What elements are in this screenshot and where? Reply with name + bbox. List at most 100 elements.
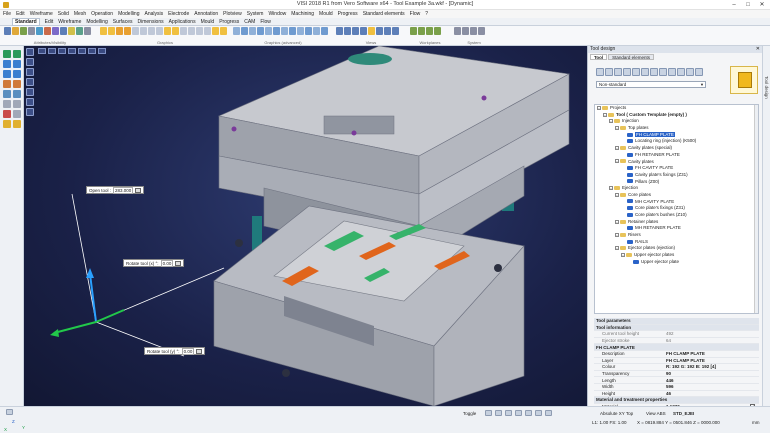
info-icon[interactable]	[478, 27, 485, 35]
property-section[interactable]: Tool parameters	[594, 318, 759, 325]
tree-item[interactable]: Core plate's bushes (Z10)	[595, 212, 758, 219]
cube-icon[interactable]	[297, 27, 304, 35]
property-section[interactable]: Tool information	[594, 324, 759, 332]
tree-item[interactable]: FH RETAINER PLATE	[595, 152, 758, 159]
layer-icon[interactable]	[4, 27, 11, 35]
tree-item[interactable]: − Tool ( Custom Template (empty) )	[595, 112, 758, 119]
open-tool-value[interactable]: 283.000	[113, 186, 134, 194]
tree-item[interactable]: − Top plates	[595, 125, 758, 132]
tab-wireframe[interactable]: Wireframe	[58, 19, 81, 25]
expand-toggle-icon[interactable]: −	[615, 159, 619, 164]
tree-item[interactable]: Locating ring (injection) (K500)	[595, 138, 758, 145]
mirror-icon[interactable]	[3, 90, 11, 98]
menu-mould[interactable]: Mould	[319, 11, 333, 17]
tree-item[interactable]: − Ejection	[595, 185, 758, 192]
arc-icon[interactable]	[3, 70, 11, 78]
trim-icon[interactable]	[3, 100, 11, 108]
expand-toggle-icon[interactable]: −	[615, 219, 619, 224]
expand-toggle-icon[interactable]: −	[615, 246, 619, 251]
explode-icon[interactable]	[241, 27, 248, 35]
close-button[interactable]: ✕	[755, 0, 769, 10]
measure-icon[interactable]	[281, 27, 288, 35]
toggle-icon[interactable]	[535, 410, 542, 416]
fit-icon[interactable]	[172, 27, 179, 35]
shaded-edges-icon[interactable]	[108, 27, 115, 35]
menu-annotation[interactable]: Annotation	[194, 11, 218, 17]
dock-tab-tool-design[interactable]: Tool design	[764, 76, 769, 99]
material-icon[interactable]	[212, 27, 219, 35]
circle-icon[interactable]	[13, 70, 21, 78]
pan-icon[interactable]	[148, 27, 155, 35]
settings-icon[interactable]	[695, 68, 703, 76]
view-side-icon[interactable]	[352, 27, 359, 35]
zoom-window-icon[interactable]	[140, 27, 147, 35]
lock-icon[interactable]	[135, 187, 142, 193]
show-icon[interactable]	[36, 27, 43, 35]
tab-modelling[interactable]: Modelling	[86, 19, 107, 25]
tree-item[interactable]: − Projects	[595, 105, 758, 112]
copy-icon[interactable]	[13, 80, 21, 88]
scale-icon[interactable]	[13, 90, 21, 98]
menu-operation[interactable]: Operation	[91, 11, 113, 17]
tree-item[interactable]: − Ejector plates (ejection)	[595, 245, 758, 252]
expand-toggle-icon[interactable]: −	[615, 125, 619, 130]
remove-plate-icon[interactable]	[632, 68, 640, 76]
tab-dimensions[interactable]: Dimensions	[138, 19, 164, 25]
menu-analysis[interactable]: Analysis	[144, 11, 163, 17]
tab-standard-elements[interactable]: Standard elements	[608, 54, 654, 60]
menu-modelling[interactable]: Modelling	[118, 11, 139, 17]
menu-window[interactable]: Window	[268, 11, 286, 17]
extend-icon[interactable]	[13, 100, 21, 108]
toggle-icon[interactable]	[545, 410, 552, 416]
expand-toggle-icon[interactable]: −	[597, 105, 601, 110]
menu-electrode[interactable]: Electrode	[168, 11, 189, 17]
property-value[interactable]: 90	[664, 371, 759, 376]
tree-item[interactable]: RAILS	[595, 239, 758, 246]
macro-icon[interactable]	[462, 27, 469, 35]
tree-item[interactable]: Cavity plate's fixings (Z31)	[595, 172, 758, 179]
tree-item[interactable]: − Core plates	[595, 192, 758, 199]
tab-tool[interactable]: Tool	[590, 54, 608, 60]
attributes-icon[interactable]	[44, 27, 51, 35]
menu-edit[interactable]: Edit	[16, 11, 25, 17]
environment-icon[interactable]	[313, 27, 320, 35]
section-icon[interactable]	[180, 27, 187, 35]
expand-toggle-icon[interactable]: −	[609, 186, 613, 191]
menu-machining[interactable]: Machining	[291, 11, 314, 17]
toggle-icon[interactable]	[525, 410, 532, 416]
view-shield-icon[interactable]	[368, 27, 375, 35]
property-value[interactable]: 596	[664, 384, 759, 389]
select-icon[interactable]	[3, 50, 11, 58]
menu-help[interactable]: ?	[425, 11, 428, 17]
point-icon[interactable]	[3, 60, 11, 68]
clip-icon[interactable]	[188, 27, 195, 35]
property-value[interactable]: 46	[664, 391, 759, 396]
property-section[interactable]: FH CLAMP PLATE	[594, 344, 759, 351]
toggle-icon[interactable]	[515, 410, 522, 416]
absolute-view-label[interactable]: Absolute XY Top	[600, 411, 633, 416]
zoom-icon[interactable]	[132, 27, 139, 35]
menu-standard-elements[interactable]: Standard elements	[363, 11, 405, 17]
select-all-icon[interactable]	[13, 50, 21, 58]
property-value[interactable]: FH CLAMP PLATE	[664, 358, 759, 363]
maximize-button[interactable]: □	[741, 0, 755, 10]
analysis-icon[interactable]	[289, 27, 296, 35]
line-icon[interactable]	[13, 60, 21, 68]
render-icon[interactable]	[220, 27, 227, 35]
toggle-icon[interactable]	[505, 410, 512, 416]
expand-toggle-icon[interactable]: −	[621, 252, 625, 257]
toggle-label[interactable]: Toggle	[463, 411, 476, 416]
expand-toggle-icon[interactable]: −	[609, 119, 613, 124]
visibility-icon[interactable]	[20, 27, 27, 35]
save-tool-icon[interactable]	[614, 68, 622, 76]
rotate-icon[interactable]	[156, 27, 163, 35]
rotate-x-value[interactable]: 0.00	[160, 259, 174, 267]
tab-progress[interactable]: Progress	[219, 19, 239, 25]
rotate-y-value[interactable]: 0.00	[181, 347, 195, 355]
tree-item[interactable]: MH CAVITY PLATE	[595, 199, 758, 206]
property-value[interactable]: R: 192 G: 192 B: 192 [4]	[664, 364, 759, 369]
hidden-line-icon[interactable]	[124, 27, 131, 35]
tree-item[interactable]: FH CLAMP PLATE	[595, 131, 758, 139]
expand-toggle-icon[interactable]: −	[615, 192, 619, 197]
menu-mesh[interactable]: Mesh	[74, 11, 86, 17]
